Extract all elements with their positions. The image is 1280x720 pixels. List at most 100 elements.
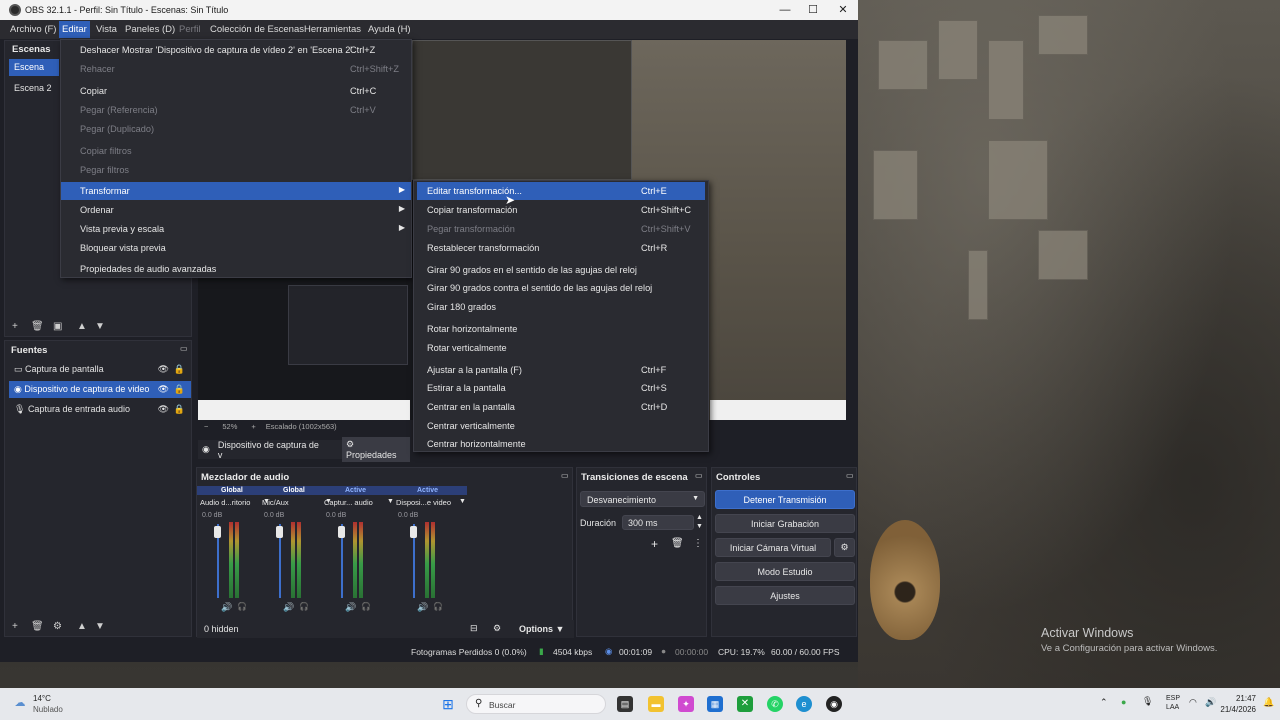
add-scene-icon[interactable]: + <box>12 321 18 332</box>
xbox-icon[interactable]: ✕ <box>737 696 753 712</box>
menu-item-center-vertical[interactable]: Centrar verticalmente <box>414 417 708 435</box>
stepper-up-icon[interactable]: ▲ <box>696 514 703 521</box>
obs-icon[interactable]: ◉ <box>826 696 842 712</box>
remove-source-icon[interactable]: 🗑 <box>31 621 44 632</box>
menu-editar[interactable]: Editar <box>59 21 90 38</box>
menu-item-preview-scale[interactable]: Vista previa y escala ▶ <box>61 220 411 238</box>
edge-icon[interactable]: e <box>796 696 812 712</box>
gear-icon[interactable]: ⚙ <box>834 538 855 557</box>
menu-archivo[interactable]: Archivo (F) <box>10 24 56 35</box>
gear-icon[interactable]: ⚙ <box>493 623 501 634</box>
menu-coleccion-escenas[interactable]: Colección de Escenas <box>210 24 304 35</box>
menu-item-rotate-ccw[interactable]: Girar 90 grados contra el sentido de las… <box>414 279 708 297</box>
chevron-down-icon[interactable]: ▼ <box>459 498 466 505</box>
minimize-button[interactable]: — <box>778 3 792 17</box>
menu-item-flip-horizontal[interactable]: Rotar horizontalmente <box>414 320 708 338</box>
headphones-icon[interactable]: 🎧 <box>299 602 309 611</box>
headphones-icon[interactable]: 🎧 <box>361 602 371 611</box>
source-item[interactable]: ▭ Captura de pantalla 👁 🔒 <box>9 361 191 378</box>
fader-knob[interactable] <box>338 526 345 538</box>
dock-float-icon[interactable]: ▭ <box>561 471 569 480</box>
menu-item-redo[interactable]: Rehacer Ctrl+Shift+Z <box>61 60 411 78</box>
menu-item-transform[interactable]: Transformar ▶ <box>61 182 411 200</box>
move-down-icon[interactable]: ▼ <box>95 321 105 332</box>
eye-icon[interactable]: 👁 <box>158 364 169 375</box>
lock-icon[interactable]: 🔒 <box>174 364 185 375</box>
tray-app-icon[interactable]: ● <box>1121 697 1126 707</box>
volume-icon[interactable]: 🔊 <box>1205 697 1216 708</box>
speaker-icon[interactable]: 🔊 <box>345 602 356 613</box>
add-transition-icon[interactable]: + <box>651 537 658 551</box>
windows-start-icon[interactable]: ⊞ <box>440 696 456 712</box>
scene-item[interactable]: Escena 2 <box>9 80 59 97</box>
close-button[interactable]: ✕ <box>836 3 850 17</box>
menu-item-edit-transform[interactable]: Editar transformación... Ctrl+E <box>417 182 705 200</box>
notification-icon[interactable]: 🔔 <box>1263 697 1274 708</box>
menu-herramientas[interactable]: Herramientas <box>304 24 361 35</box>
start-recording-button[interactable]: Iniciar Grabación <box>715 514 855 533</box>
speaker-icon[interactable]: 🔊 <box>417 602 428 613</box>
eye-icon[interactable]: 👁 <box>158 384 169 395</box>
menu-item-copy[interactable]: Copiar Ctrl+C <box>61 82 411 100</box>
speaker-icon[interactable]: 🔊 <box>221 602 232 613</box>
move-up-icon[interactable]: ▲ <box>77 321 87 332</box>
add-source-icon[interactable]: + <box>12 621 18 632</box>
fader-knob[interactable] <box>276 526 283 538</box>
language-layout[interactable]: LAA <box>1166 704 1179 711</box>
task-view-icon[interactable]: ▤ <box>617 696 633 712</box>
source-item[interactable]: ◉ Dispositivo de captura de video 👁 🔒 <box>9 381 191 398</box>
studio-mode-button[interactable]: Modo Estudio <box>715 562 855 581</box>
menu-item-undo[interactable]: Deshacer Mostrar 'Dispositivo de captura… <box>61 41 411 59</box>
transition-select[interactable]: Desvanecimiento ▼ <box>580 491 705 507</box>
filter-scene-icon[interactable]: ▣ <box>53 321 62 332</box>
menu-item-center-horizontal[interactable]: Centrar horizontalmente <box>414 435 708 453</box>
zoom-out-icon[interactable]: − <box>204 422 208 431</box>
whatsapp-icon[interactable]: ✆ <box>767 696 783 712</box>
layout-icon[interactable]: ⊟ <box>470 623 478 634</box>
menu-vista[interactable]: Vista <box>96 24 117 35</box>
menu-item-rotate-180[interactable]: Girar 180 grados <box>414 298 708 316</box>
mixer-options-button[interactable]: Options ▼ <box>519 624 564 634</box>
eye-icon[interactable]: 👁 <box>158 404 169 415</box>
move-up-icon[interactable]: ▲ <box>77 621 87 632</box>
menu-ayuda[interactable]: Ayuda (H) <box>368 24 411 35</box>
remove-scene-icon[interactable]: 🗑 <box>31 321 44 332</box>
properties-button[interactable]: ⚙ Propiedades <box>341 437 410 462</box>
menu-item-flip-vertical[interactable]: Rotar verticalmente <box>414 339 708 357</box>
menu-item-paste-duplicate[interactable]: Pegar (Duplicado) <box>61 120 411 138</box>
menu-item-stretch-screen[interactable]: Estirar a la pantalla Ctrl+S <box>414 379 708 397</box>
scene-item[interactable]: Escena <box>9 59 59 76</box>
menu-item-reset-transform[interactable]: Restablecer transformación Ctrl+R <box>414 239 708 257</box>
taskbar-search[interactable]: ⚲ Buscar <box>466 694 606 714</box>
maximize-button[interactable]: ☐ <box>806 3 820 17</box>
menu-item-center-screen[interactable]: Centrar en la pantalla Ctrl+D <box>414 398 708 416</box>
settings-button[interactable]: Ajustes <box>715 586 855 605</box>
more-options-icon[interactable]: ⋮ <box>693 538 703 549</box>
dock-float-icon[interactable]: ▭ <box>695 471 703 480</box>
lock-icon[interactable]: 🔒 <box>174 404 185 415</box>
headphones-icon[interactable]: 🎧 <box>237 602 247 611</box>
clock-date[interactable]: 21/4/2026 <box>1220 705 1256 714</box>
store-icon[interactable]: ▦ <box>707 696 723 712</box>
start-virtual-camera-button[interactable]: Iniciar Cámara Virtual <box>715 538 831 557</box>
fader-knob[interactable] <box>410 526 417 538</box>
dock-float-icon[interactable]: ▭ <box>180 344 188 353</box>
headphones-icon[interactable]: 🎧 <box>433 602 443 611</box>
move-down-icon[interactable]: ▼ <box>95 621 105 632</box>
dock-float-icon[interactable]: ▭ <box>846 471 854 480</box>
remove-transition-icon[interactable]: 🗑 <box>671 538 684 549</box>
menu-paneles[interactable]: Paneles (D) <box>125 24 175 35</box>
menu-item-paste-reference[interactable]: Pegar (Referencia) Ctrl+V <box>61 101 411 119</box>
menu-item-rotate-cw[interactable]: Girar 90 grados en el sentido de las agu… <box>414 261 708 279</box>
gear-icon[interactable]: ⚙ <box>53 621 62 632</box>
copilot-icon[interactable]: ✦ <box>678 696 694 712</box>
file-explorer-icon[interactable]: ▬ <box>648 696 664 712</box>
source-item[interactable]: 🎙 Captura de entrada audio 👁 🔒 <box>9 401 191 418</box>
stepper-down-icon[interactable]: ▼ <box>696 523 703 530</box>
menu-item-fit-screen[interactable]: Ajustar a la pantalla (F) Ctrl+F <box>414 361 708 379</box>
menu-item-paste-filters[interactable]: Pegar filtros <box>61 161 411 179</box>
menu-item-advanced-audio[interactable]: Propiedades de audio avanzadas <box>61 260 411 278</box>
lock-icon[interactable]: 🔒 <box>174 384 185 395</box>
zoom-in-icon[interactable]: + <box>251 422 255 431</box>
chevron-up-icon[interactable]: ⌃ <box>1100 697 1108 708</box>
